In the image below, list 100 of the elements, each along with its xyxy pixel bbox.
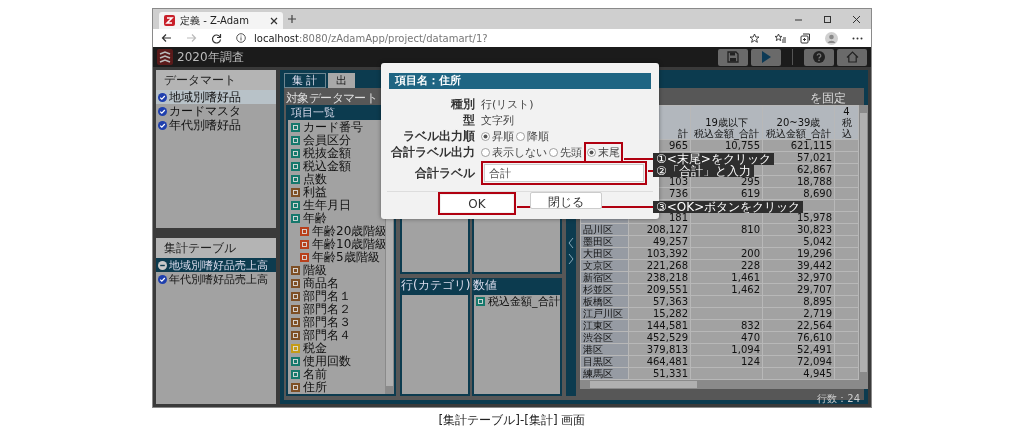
dialog-button[interactable]: 閉じる <box>530 192 602 209</box>
radio-button[interactable] <box>481 131 490 141</box>
radio-button[interactable] <box>481 147 490 157</box>
table-cell: 10,755 <box>690 139 763 152</box>
section-label: 行(カテゴリ) <box>400 278 470 293</box>
column-header[interactable]: 4 税込 <box>834 105 859 140</box>
text-input[interactable]: 合計 <box>484 164 644 182</box>
table-cell: 49,257 <box>628 235 691 248</box>
field-label: 型 <box>462 111 475 129</box>
text-type-icon <box>291 266 300 275</box>
list-item[interactable]: 年代別嗜好品 <box>156 118 276 132</box>
browser-tab[interactable]: 定義 - Z-Adam <box>159 12 283 29</box>
collections-icon[interactable] <box>800 32 811 44</box>
dialog-button[interactable]: OK <box>441 195 513 212</box>
number-type-icon <box>291 214 300 223</box>
check-icon <box>158 120 167 130</box>
tab[interactable]: 集 計 <box>284 73 326 88</box>
close-icon[interactable] <box>270 16 278 25</box>
table-cell: 4,945 <box>762 367 835 380</box>
radio-option[interactable]: 昇順 <box>481 128 514 144</box>
radio-button[interactable] <box>549 147 558 157</box>
run-button[interactable] <box>751 48 781 66</box>
radio-option[interactable]: 降順 <box>516 128 549 144</box>
list-item[interactable]: 税金 <box>288 342 385 355</box>
list-item[interactable]: 利益 <box>288 186 385 199</box>
list-item[interactable]: 部門名１ <box>288 290 385 303</box>
reload-icon[interactable] <box>211 32 222 44</box>
minus-icon <box>158 260 167 270</box>
category-type-icon <box>300 253 309 262</box>
drop-zone[interactable]: 税込金額_合計 <box>472 293 562 396</box>
field-value: 行(リスト) <box>481 96 535 112</box>
table-cell: 57,363 <box>628 295 691 308</box>
star-icon[interactable] <box>749 32 760 44</box>
list-item[interactable]: 使用回数 <box>288 355 385 368</box>
list-item[interactable]: 税抜金額 <box>288 147 385 160</box>
list-item[interactable]: 階級 <box>288 264 385 277</box>
favorites-list-icon[interactable] <box>774 32 786 44</box>
tab[interactable]: 出 <box>327 73 355 88</box>
drop-zone[interactable] <box>400 293 470 396</box>
table-cell: 238,218 <box>628 271 691 284</box>
list-item[interactable]: 部門名４ <box>288 329 385 342</box>
chevron-right-icon[interactable] <box>568 252 574 265</box>
back-arrow-icon[interactable] <box>161 33 172 43</box>
list-item[interactable]: 年齢10歳階級 <box>288 238 385 251</box>
check-icon <box>158 92 167 102</box>
panel-title: 項目一覧 <box>290 105 336 120</box>
list-item[interactable]: 税込金額 <box>288 160 385 173</box>
column-header[interactable]: 19歳以下 税込金額_合計 <box>690 105 763 140</box>
radio-option[interactable]: 表示しない <box>481 144 547 160</box>
table-cell: 452,529 <box>628 331 691 344</box>
radio-option[interactable]: 末尾 <box>587 144 620 160</box>
home-button[interactable] <box>837 48 867 66</box>
list-item[interactable]: 住所 <box>288 381 385 394</box>
close-icon[interactable] <box>852 14 861 24</box>
list-item[interactable]: 商品名 <box>288 277 385 290</box>
dialog-title: 項目名：住所 <box>389 73 651 89</box>
section-label: 数値 <box>472 278 562 293</box>
avatar-icon[interactable] <box>825 31 838 45</box>
table-cell: 2,719 <box>762 307 835 320</box>
list-item[interactable]: 点数 <box>288 173 385 186</box>
list-item[interactable]: カードマスタ <box>156 104 276 118</box>
more-icon[interactable] <box>852 36 863 40</box>
table-cell: 103,392 <box>628 247 691 260</box>
list-item[interactable]: 名前 <box>288 368 385 381</box>
list-item[interactable]: 年齢5歳階級 <box>288 251 385 264</box>
maximize-icon[interactable] <box>823 14 832 24</box>
list-item[interactable]: 部門名２ <box>288 303 385 316</box>
list-item[interactable]: 年代別嗜好品売上高 <box>156 272 276 286</box>
radio-button[interactable] <box>587 147 596 157</box>
list-item[interactable]: 地域別嗜好品売上高 <box>156 258 276 272</box>
table-cell: 832 <box>690 319 763 332</box>
list-item[interactable]: 地域別嗜好品 <box>156 90 276 104</box>
scrollbar[interactable] <box>580 380 868 389</box>
list-item[interactable]: 年齢20歳階級 <box>288 225 385 238</box>
check-icon <box>158 274 167 284</box>
list-item[interactable]: 生年月日 <box>288 199 385 212</box>
list-item[interactable]: 税込金額_合計 <box>474 295 560 308</box>
column-header[interactable]: 20~39歳 税込金額_合計 <box>762 105 835 140</box>
plus-icon[interactable] <box>287 14 297 24</box>
list-item[interactable]: カード番号 <box>288 121 385 134</box>
table-cell: 30,823 <box>762 223 835 236</box>
chevron-left-icon[interactable] <box>568 236 574 249</box>
table-cell: 144,581 <box>628 319 691 332</box>
list-item[interactable]: 会員区分 <box>288 134 385 147</box>
table-cell: 209,551 <box>628 283 691 296</box>
table-cell: 228 <box>690 259 763 272</box>
scrollbar[interactable] <box>859 105 868 380</box>
number-type-icon <box>291 136 300 145</box>
list-item[interactable]: 部門名３ <box>288 316 385 329</box>
save-button[interactable] <box>718 48 748 66</box>
table-cell: 19,296 <box>762 247 835 260</box>
category-type-icon <box>300 240 309 249</box>
list-item[interactable]: 年齢 <box>288 212 385 225</box>
field-value: 文字列 <box>481 112 515 128</box>
table-cell: 221,268 <box>628 259 691 272</box>
radio-button[interactable] <box>516 131 525 141</box>
radio-option[interactable]: 先頭 <box>549 144 582 160</box>
table-cell: 621,115 <box>762 139 835 152</box>
help-icon <box>813 51 825 63</box>
table-cell: 18,788 <box>762 175 835 188</box>
